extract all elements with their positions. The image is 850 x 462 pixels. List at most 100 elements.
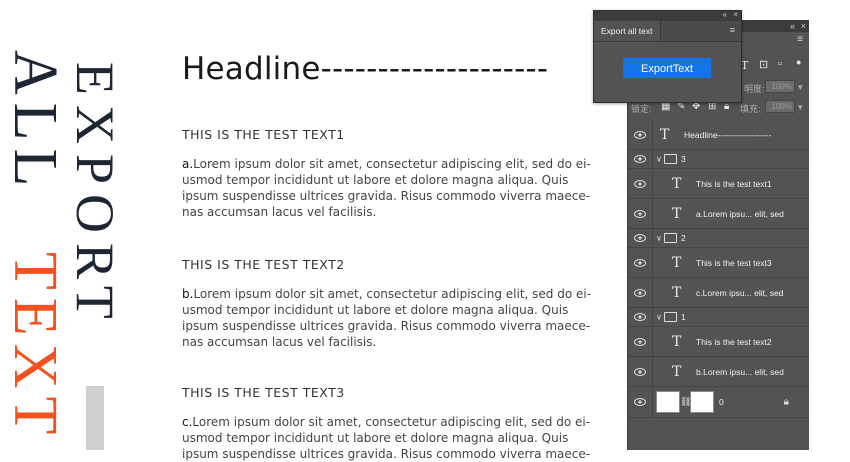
layer-divider — [652, 387, 653, 417]
layer-group-row[interactable]: ∨ 2 — [628, 229, 809, 248]
visibility-eye-icon[interactable] — [634, 179, 646, 188]
filter-toggle-icon[interactable]: ● — [796, 57, 801, 67]
panel-collapse-icon[interactable]: « — [723, 10, 727, 20]
layer-row[interactable]: T a.Lorem ipsu... elit, sed — [628, 199, 809, 229]
visibility-eye-icon[interactable] — [634, 313, 646, 321]
body-line-text: ipsum suspendisse ultrices gravida. Risu… — [182, 319, 591, 333]
section-body-line: b.Lorem ipsum dolor sit amet, consectetu… — [182, 286, 592, 302]
layer-divider — [652, 248, 653, 277]
visibility-eye-icon[interactable] — [634, 288, 646, 297]
filter-type-icon[interactable]: T — [741, 59, 748, 72]
opacity-dropdown-icon[interactable]: ▾ — [798, 82, 803, 93]
decor-gray-bar — [86, 386, 104, 450]
text-layer-icon: T — [672, 333, 682, 350]
group-name: 2 — [681, 233, 686, 243]
chevron-down-icon[interactable]: ∨ — [656, 313, 662, 322]
layer-thumbnail — [656, 391, 680, 413]
export-panel-titlebar: « × — [594, 10, 741, 21]
chevron-down-icon[interactable]: ∨ — [656, 234, 662, 243]
opacity-label: 明度: — [744, 84, 765, 94]
folder-icon — [664, 233, 677, 243]
visibility-eye-icon[interactable] — [634, 234, 646, 242]
layer-group-row[interactable]: ∨ 1 — [628, 308, 809, 327]
export-text-button[interactable]: ExportText — [623, 58, 711, 78]
section-lead: b. — [182, 287, 194, 301]
text-layer-icon: T — [672, 254, 682, 271]
layers-menu-icon[interactable]: ≡ — [797, 34, 803, 45]
layer-name: This is the test text2 — [696, 336, 772, 347]
layer-group-row[interactable]: ∨ 3 — [628, 150, 809, 169]
layer-row-background[interactable]: ⛓ 0 🔒︎ — [628, 387, 809, 418]
layer-divider — [652, 150, 653, 168]
layer-divider — [652, 327, 653, 356]
visibility-eye-icon[interactable] — [634, 130, 646, 139]
layer-name: This is the test text1 — [696, 178, 772, 189]
section-body-line: c.Lorem ipsum dolor sit amet, consectetu… — [182, 414, 592, 430]
layer-row[interactable]: T This is the test text1 — [628, 169, 809, 199]
section-lead: a. — [182, 157, 194, 171]
body-line-text: usmod tempor incididunt ut labore et dol… — [182, 303, 569, 317]
folder-icon — [664, 154, 677, 164]
decor-vertical-text: TEXT — [1, 252, 69, 443]
body-line-text: ipsum suspendisse ultrices gravida. Risu… — [182, 189, 591, 203]
export-menu-icon[interactable]: ≡ — [730, 25, 735, 35]
panel-close-icon[interactable]: × — [801, 20, 806, 32]
panel-close-icon[interactable]: × — [733, 10, 738, 20]
layer-name: Headline------------------- — [684, 129, 772, 140]
layer-row[interactable]: T b.Lorem ipsu... elit, sed — [628, 357, 809, 387]
layer-row[interactable]: T Headline------------------- — [628, 120, 809, 150]
visibility-eye-icon[interactable] — [634, 209, 646, 218]
layer-divider — [652, 199, 653, 228]
filter-transform-icon[interactable]: ⊡ — [759, 58, 768, 71]
layer-divider — [652, 120, 653, 149]
opacity-input[interactable]: 100% — [765, 80, 795, 93]
layer-name: a.Lorem ipsu... elit, sed — [696, 208, 784, 219]
filter-smart-object-icon[interactable]: ▫ — [778, 58, 782, 70]
layer-row[interactable]: T This is the test text2 — [628, 327, 809, 357]
section-body-line: a.Lorem ipsum dolor sit amet, consectetu… — [182, 156, 592, 172]
text-layer-icon: T — [672, 205, 682, 222]
text-layer-icon: T — [672, 363, 682, 380]
section-title-3: THIS IS THE TEST TEXT3 — [182, 385, 345, 400]
tab-export-all-text[interactable]: Export all text — [594, 21, 661, 41]
layer-name: c.Lorem ipsu... elit, sed — [696, 287, 784, 298]
layer-mask-thumbnail — [690, 391, 714, 413]
fill-dropdown-icon[interactable]: ▾ — [798, 102, 803, 113]
body-line-text: Lorem ipsum dolor sit amet, consectetur … — [193, 287, 592, 301]
layer-divider — [652, 308, 653, 326]
layer-divider — [652, 278, 653, 307]
layer-row[interactable]: T c.Lorem ipsu... elit, sed — [628, 278, 809, 308]
export-panel-tabbar: Export all text ≡ — [594, 21, 741, 42]
panel-collapse-icon[interactable]: « — [790, 20, 795, 32]
body-line-text: ipsum suspendisse ultrices gravida. Risu… — [182, 447, 591, 461]
section-lead: c. — [182, 415, 193, 429]
section-body-1: a.Lorem ipsum dolor sit amet, consectetu… — [182, 156, 592, 220]
layer-row[interactable]: T This is the test text3 — [628, 248, 809, 278]
text-layer-icon: T — [672, 284, 682, 301]
doc-headline: Headline-------------------- — [182, 51, 549, 87]
section-title-1: THIS IS THE TEST TEXT1 — [182, 127, 345, 142]
lock-icon: 🔒︎ — [783, 396, 789, 408]
section-body-2: b.Lorem ipsum dolor sit amet, consectetu… — [182, 286, 592, 350]
folder-icon — [664, 312, 677, 322]
visibility-eye-icon[interactable] — [634, 367, 646, 376]
fill-label: 填充: — [740, 104, 761, 114]
visibility-eye-icon[interactable] — [634, 337, 646, 346]
layer-name: 0 — [719, 397, 724, 407]
visibility-eye-icon[interactable] — [634, 398, 646, 406]
fill-input[interactable]: 100% — [765, 100, 795, 113]
export-all-text-panel: « × Export all text ≡ ExportText — [593, 10, 742, 103]
decor-vertical-all: ALL — [1, 50, 69, 195]
body-line-text: usmod tempor incididunt ut labore et dol… — [182, 431, 569, 445]
visibility-eye-icon[interactable] — [634, 258, 646, 267]
section-body-3: c.Lorem ipsum dolor sit amet, consectetu… — [182, 414, 592, 462]
decor-vertical-export: EXPORT — [65, 62, 125, 329]
visibility-eye-icon[interactable] — [634, 155, 646, 163]
chevron-down-icon[interactable]: ∨ — [656, 155, 662, 164]
group-name: 3 — [681, 154, 686, 164]
body-line-text: Lorem ipsum dolor sit amet, consectetur … — [193, 157, 591, 171]
layer-name: b.Lorem ipsu... elit, sed — [696, 366, 784, 377]
group-name: 1 — [681, 312, 686, 322]
layer-divider — [652, 357, 653, 386]
layer-name: This is the test text3 — [696, 257, 772, 268]
